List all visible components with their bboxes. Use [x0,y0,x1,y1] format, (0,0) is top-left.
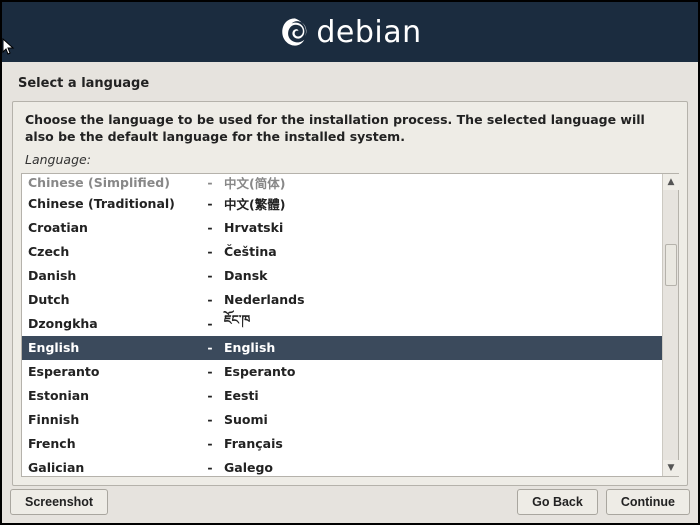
dash-separator: - [196,220,224,235]
language-english-name: Esperanto [28,364,196,379]
language-list-container: Chinese (Simplified)-中文(简体)Chinese (Trad… [21,173,679,477]
instructions-text: Choose the language to be used for the i… [21,110,679,150]
language-english-name: Galician [28,460,196,475]
language-row[interactable]: English-English [22,336,662,360]
language-native-name: Galego [224,460,662,475]
language-native-name: Eesti [224,388,662,403]
continue-button[interactable]: Continue [606,489,690,515]
language-native-name: 中文(简体) [224,174,662,192]
dash-separator: - [196,196,224,211]
dash-separator: - [196,436,224,451]
language-native-name: Suomi [224,412,662,427]
language-english-name: Danish [28,268,196,283]
dash-separator: - [196,268,224,283]
language-native-name: Esperanto [224,364,662,379]
scroll-up-icon[interactable]: ▲ [663,174,679,190]
language-native-name: ཇོང་ཁ [224,306,662,341]
language-row[interactable]: Finnish-Suomi [22,408,662,432]
footer: Screenshot Go Back Continue [10,489,690,515]
language-row[interactable]: Danish-Dansk [22,264,662,288]
language-english-name: Dutch [28,292,196,307]
dash-separator: - [196,244,224,259]
language-native-name: Dansk [224,268,662,283]
go-back-button[interactable]: Go Back [517,489,598,515]
language-row[interactable]: Esperanto-Esperanto [22,360,662,384]
language-english-name: French [28,436,196,451]
language-english-name: Chinese (Simplified) [28,175,196,190]
language-row[interactable]: Dzongkha-ཇོང་ཁ [22,312,662,336]
language-native-name: Čeština [224,244,662,259]
dash-separator: - [196,340,224,355]
language-native-name: Nederlands [224,292,662,307]
page-title: Select a language [2,62,698,101]
main-panel: Choose the language to be used for the i… [12,101,688,486]
scroll-down-icon[interactable]: ▼ [663,460,679,476]
language-native-name: Hrvatski [224,220,662,235]
field-label: Language: [21,150,679,173]
language-list[interactable]: Chinese (Simplified)-中文(简体)Chinese (Trad… [22,174,662,476]
dash-separator: - [196,292,224,307]
language-native-name: 中文(繁體) [224,194,662,213]
dash-separator: - [196,316,224,331]
language-row[interactable]: Estonian-Eesti [22,384,662,408]
language-native-name: Français [224,436,662,451]
language-english-name: Finnish [28,412,196,427]
language-english-name: Dzongkha [28,316,196,331]
language-row[interactable]: Chinese (Simplified)-中文(简体) [22,174,662,192]
dash-separator: - [196,412,224,427]
scroll-thumb[interactable] [665,244,677,286]
language-english-name: Czech [28,244,196,259]
dash-separator: - [196,364,224,379]
screenshot-button[interactable]: Screenshot [10,489,108,515]
language-row[interactable]: Chinese (Traditional)-中文(繁體) [22,192,662,216]
dash-separator: - [196,460,224,475]
dash-separator: - [196,175,224,190]
language-native-name: English [224,340,662,355]
scrollbar[interactable]: ▲ ▼ [662,174,678,476]
language-row[interactable]: Czech-Čeština [22,240,662,264]
language-english-name: Croatian [28,220,196,235]
language-english-name: Estonian [28,388,196,403]
language-english-name: Chinese (Traditional) [28,196,196,211]
language-row[interactable]: French-Français [22,432,662,456]
debian-logo: debian [278,15,421,50]
dash-separator: - [196,388,224,403]
header: debian [2,2,698,62]
brand-text: debian [316,15,421,50]
language-english-name: English [28,340,196,355]
debian-swirl-icon [278,15,312,49]
language-row[interactable]: Galician-Galego [22,456,662,476]
language-row[interactable]: Croatian-Hrvatski [22,216,662,240]
cursor-icon [2,38,16,56]
